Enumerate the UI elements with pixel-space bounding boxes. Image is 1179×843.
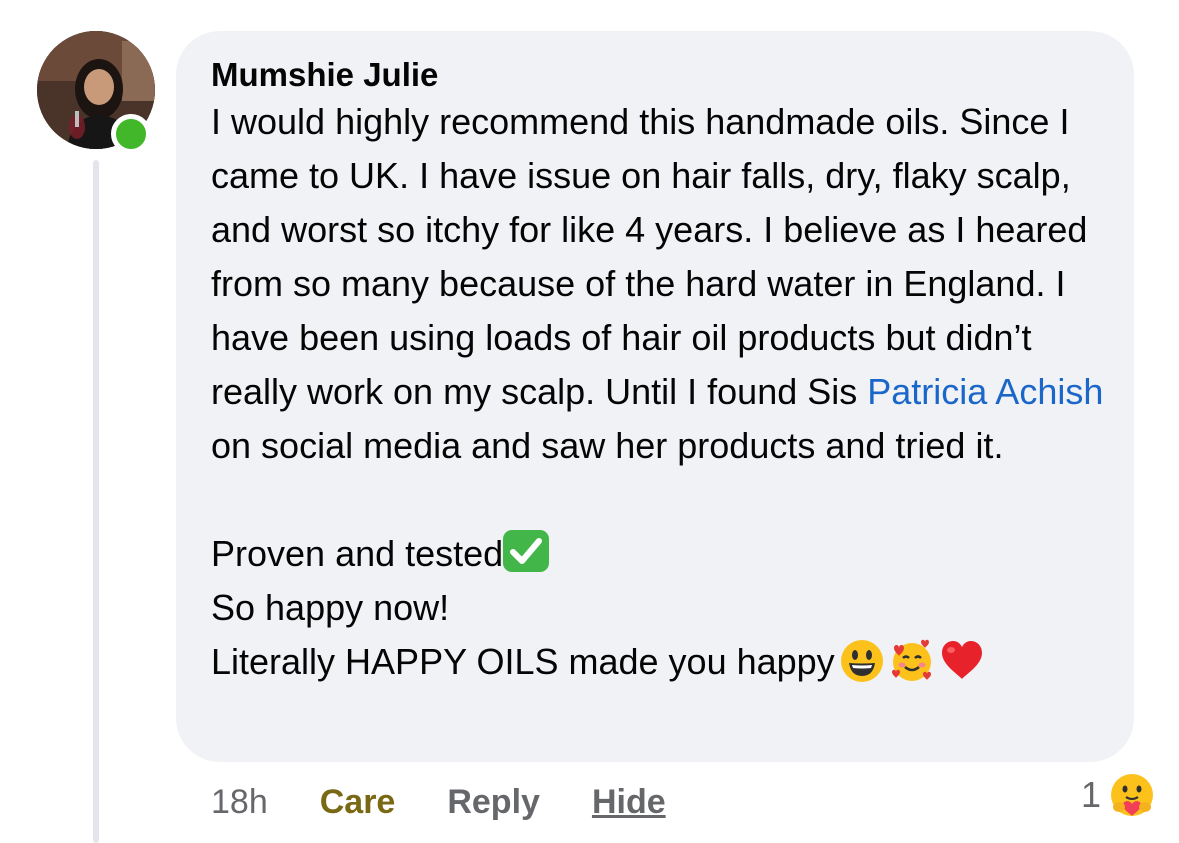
comment-line-happy: So happy now! (211, 587, 450, 628)
red-heart-emoji (939, 638, 985, 684)
grinning-face-emoji (839, 638, 885, 684)
check-mark-button-emoji (503, 530, 550, 572)
comment-text-part: I would highly recommend this handmade o… (211, 101, 1098, 412)
comment-line-literally: Literally HAPPY OILS made you happy (211, 641, 835, 682)
hide-button[interactable]: Hide (592, 783, 666, 822)
comment-text: I would highly recommend this handmade o… (211, 95, 1104, 689)
mention-link[interactable]: Patricia Achish (867, 371, 1103, 412)
online-status-dot (111, 114, 151, 154)
care-reaction-icon (1108, 771, 1156, 819)
comment-actions: 18h Care Reply Hide (211, 780, 666, 824)
comment-line-proven: Proven and tested (211, 533, 504, 574)
reply-button[interactable]: Reply (447, 783, 540, 822)
comment-thread: Mumshie Julie I would highly recommend t… (0, 0, 1179, 843)
comment-timestamp[interactable]: 18h (211, 783, 268, 822)
care-reaction-button[interactable]: Care (320, 783, 396, 822)
comment-author[interactable]: Mumshie Julie (211, 55, 1104, 95)
thread-line (93, 160, 99, 843)
reaction-summary[interactable]: 1 (1081, 770, 1157, 820)
reaction-count: 1 (1080, 774, 1101, 815)
smiling-face-with-hearts-emoji (889, 638, 935, 684)
comment-bubble: Mumshie Julie I would highly recommend t… (176, 31, 1134, 762)
